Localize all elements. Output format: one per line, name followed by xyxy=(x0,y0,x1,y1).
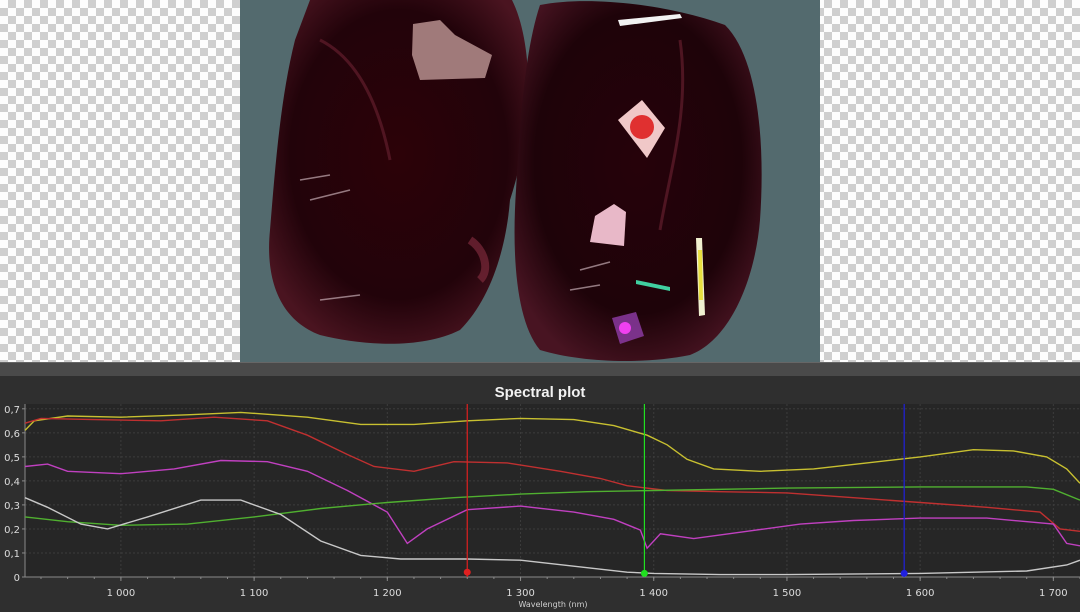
x-tick-label: 1 100 xyxy=(240,588,269,599)
y-tick-label: 0,4 xyxy=(4,477,20,488)
cursor-marker-2 xyxy=(640,569,648,577)
y-tick-label: 0,6 xyxy=(4,429,20,440)
y-tick-label: 0,7 xyxy=(4,405,20,416)
spectral-plot-panel: Spectral plot 1 000 1 100 1 200 1 300 1 400 1… xyxy=(0,376,1080,612)
x-tick-label: 1 600 xyxy=(906,588,935,599)
meat-sample-image xyxy=(240,0,820,362)
image-viewer[interactable] xyxy=(0,0,1080,362)
x-tick-label: 1 000 xyxy=(107,588,136,599)
x-tick-label: 1 400 xyxy=(639,588,668,599)
y-tick-label: 0,2 xyxy=(4,525,20,536)
x-tick-label: 1 200 xyxy=(373,588,402,599)
plot-area xyxy=(25,404,1080,577)
cursor-marker-3 xyxy=(900,569,908,577)
x-tick-label: 1 700 xyxy=(1039,588,1068,599)
y-tick-label: 0,1 xyxy=(4,549,20,560)
hyperspectral-image[interactable] xyxy=(240,0,820,362)
y-tick-label: 0,3 xyxy=(4,501,20,512)
cursor-marker-1 xyxy=(463,568,471,576)
y-tick-label: 0,5 xyxy=(4,453,20,464)
x-axis-label: Wavelength (nm) xyxy=(518,600,587,609)
y-tick-label: 0 xyxy=(14,573,20,584)
x-tick-label: 1 300 xyxy=(506,588,535,599)
x-tick-label: 1 500 xyxy=(773,588,802,599)
spectral-chart[interactable]: 1 000 1 100 1 200 1 300 1 400 1 500 1 600 1 700… xyxy=(0,376,1080,612)
